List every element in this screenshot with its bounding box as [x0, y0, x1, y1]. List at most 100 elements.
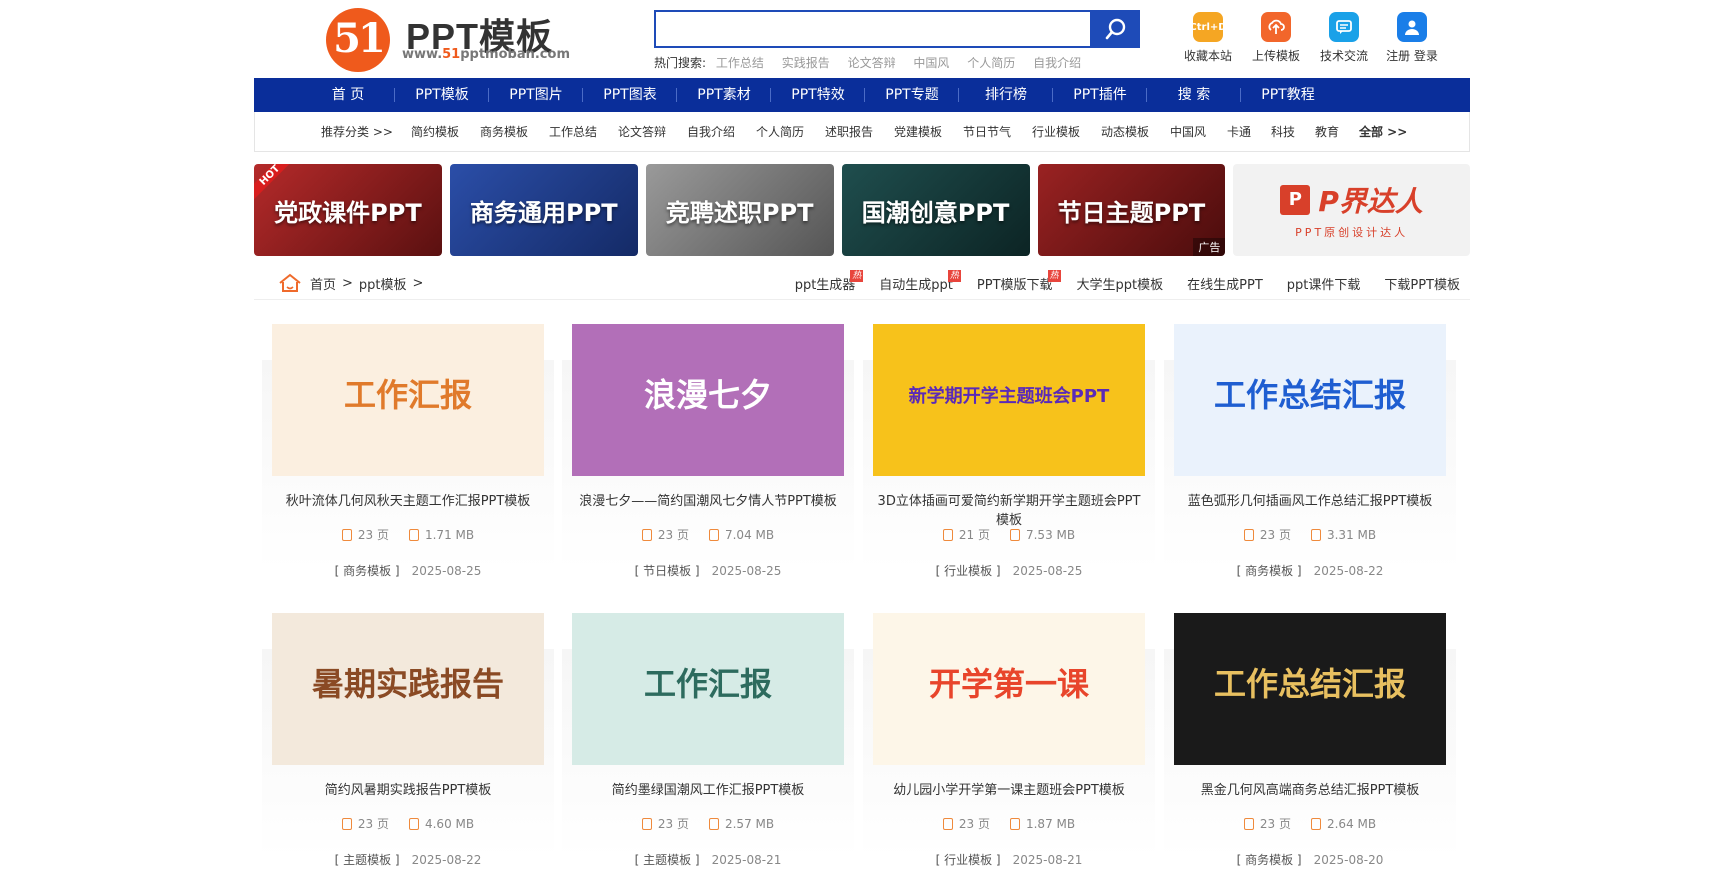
- template-title[interactable]: 蓝色弧形几何插画风工作总结汇报PPT模板: [1174, 490, 1446, 509]
- template-card[interactable]: 开学第一课 幼儿园小学开学第一课主题班会PPT模板 23 页 1.87 MB [ 行业模…: [863, 607, 1155, 869]
- template-title[interactable]: 黑金几何风高端商务总结汇报PPT模板: [1174, 779, 1446, 798]
- page-count: 23 页: [641, 815, 689, 832]
- banner-party[interactable]: HOT 党政课件PPT: [254, 164, 442, 256]
- template-thumbnail[interactable]: 暑期实践报告: [272, 613, 544, 765]
- hot-term[interactable]: 论文答辩: [848, 56, 896, 70]
- banner-ad-pjie[interactable]: P P界达人 PPT原创设计达人: [1233, 164, 1470, 256]
- nav-rankings[interactable]: 排行榜: [959, 78, 1053, 112]
- category-link[interactable]: 自我介绍: [687, 123, 756, 140]
- template-title[interactable]: 3D立体插画可爱简约新学期开学主题班会PPT模板: [873, 490, 1145, 528]
- template-date: 2025-08-25: [1012, 564, 1083, 578]
- hot-link[interactable]: ppt生成器热: [795, 270, 864, 293]
- template-footer: [ 商务模板 ] 2025-08-25: [272, 562, 544, 579]
- nav-home[interactable]: 首 页: [301, 78, 395, 112]
- template-category[interactable]: [ 行业模板 ]: [936, 564, 1001, 578]
- bookmark-label: 收藏本站: [1183, 49, 1232, 63]
- category-link[interactable]: 工作总结: [549, 123, 618, 140]
- nav-ppt-plugins[interactable]: PPT插件: [1053, 78, 1147, 112]
- template-category[interactable]: [ 商务模板 ]: [1237, 564, 1302, 578]
- nav-ppt-tutorials[interactable]: PPT教程: [1241, 78, 1335, 112]
- nav-search[interactable]: 搜 索: [1147, 78, 1241, 112]
- category-link[interactable]: 科技: [1271, 123, 1315, 140]
- search-input[interactable]: [656, 12, 1090, 46]
- category-link[interactable]: 个人简历: [756, 123, 825, 140]
- template-thumbnail[interactable]: 工作汇报: [572, 613, 844, 765]
- category-link[interactable]: 论文答辩: [618, 123, 687, 140]
- nav-ppt-topics[interactable]: PPT专题: [865, 78, 959, 112]
- template-thumbnail[interactable]: 开学第一课: [873, 613, 1145, 765]
- template-thumbnail[interactable]: 工作总结汇报: [1174, 613, 1446, 765]
- category-link[interactable]: 商务模板: [480, 123, 549, 140]
- category-link[interactable]: 教育: [1315, 123, 1359, 140]
- category-link[interactable]: 卡通: [1227, 123, 1271, 140]
- banner-business[interactable]: 商务通用PPT: [449, 164, 638, 256]
- template-title[interactable]: 幼儿园小学开学第一课主题班会PPT模板: [873, 779, 1145, 798]
- hot-term[interactable]: 自我介绍: [1033, 56, 1081, 70]
- nav-ppt-effects[interactable]: PPT特效: [771, 78, 865, 112]
- banner-guochao[interactable]: 国潮创意PPT: [841, 164, 1030, 256]
- template-category[interactable]: [ 主题模板 ]: [335, 853, 400, 867]
- banner-festival[interactable]: 节日主题PPT 广告: [1037, 164, 1226, 256]
- template-card[interactable]: 工作总结汇报 蓝色弧形几何插画风工作总结汇报PPT模板 23 页 3.31 MB [ 商…: [1164, 318, 1456, 580]
- banner-competition[interactable]: 竞聘述职PPT: [645, 164, 834, 256]
- template-footer: [ 主题模板 ] 2025-08-21: [572, 851, 844, 868]
- template-category[interactable]: [ 商务模板 ]: [335, 564, 400, 578]
- hot-link[interactable]: 大学生ppt模板: [1077, 274, 1164, 293]
- hot-term[interactable]: 中国风: [913, 56, 949, 70]
- upload-tool[interactable]: 上传模板: [1242, 12, 1310, 64]
- bookmark-tool[interactable]: Ctrl+D 收藏本站: [1174, 12, 1242, 64]
- template-thumbnail[interactable]: 新学期开学主题班会PPT: [873, 324, 1145, 476]
- thumbnail-title: 工作总结汇报: [1213, 376, 1406, 414]
- page-icon: [1243, 529, 1254, 541]
- nav-ppt-charts[interactable]: PPT图表: [583, 78, 677, 112]
- category-link[interactable]: 动态模板: [1101, 123, 1170, 140]
- hot-term[interactable]: 实践报告: [782, 56, 830, 70]
- hot-link[interactable]: 下载PPT模板: [1384, 274, 1460, 293]
- template-card[interactable]: 暑期实践报告 简约风暑期实践报告PPT模板 23 页 4.60 MB [ 主题模板 ] 2…: [262, 607, 554, 869]
- nav-ppt-templates[interactable]: PPT模板: [395, 78, 489, 112]
- template-card[interactable]: 新学期开学主题班会PPT 3D立体插画可爱简约新学期开学主题班会PPT模板 21 页…: [863, 318, 1155, 580]
- hot-link[interactable]: ppt课件下载: [1287, 274, 1361, 293]
- template-category[interactable]: [ 主题模板 ]: [635, 853, 700, 867]
- site-logo[interactable]: 51: [326, 8, 390, 72]
- nav-ppt-materials[interactable]: PPT素材: [677, 78, 771, 112]
- hot-term[interactable]: 工作总结: [716, 56, 764, 70]
- template-meta: 23 页 7.04 MB: [572, 526, 844, 543]
- user-tool[interactable]: 注册 登录: [1378, 12, 1446, 64]
- category-link[interactable]: 中国风: [1170, 123, 1227, 140]
- category-link[interactable]: 节日节气: [963, 123, 1032, 140]
- page-count-text: 23 页: [357, 528, 389, 542]
- breadcrumb-current[interactable]: ppt模板: [359, 274, 407, 293]
- template-category[interactable]: [ 商务模板 ]: [1237, 853, 1302, 867]
- hot-link[interactable]: 在线生成PPT: [1187, 274, 1263, 293]
- thumbnail-title: 开学第一课: [928, 665, 1089, 703]
- category-link[interactable]: 行业模板: [1032, 123, 1101, 140]
- search-button[interactable]: [1092, 10, 1140, 48]
- category-all-link[interactable]: 全部 >>: [1359, 123, 1419, 140]
- category-link[interactable]: 述职报告: [825, 123, 894, 140]
- banner-title: 党政课件PPT: [274, 198, 422, 227]
- template-thumbnail[interactable]: 工作总结汇报: [1174, 324, 1446, 476]
- category-link[interactable]: 简约模板: [411, 123, 480, 140]
- template-category[interactable]: [ 行业模板 ]: [936, 853, 1001, 867]
- hot-term[interactable]: 个人简历: [967, 56, 1015, 70]
- template-card[interactable]: 浪漫七夕浪漫七夕——简约国潮风七夕情人节PPT模板 23 页 7.04 MB [ 节日…: [562, 318, 854, 580]
- breadcrumb-home[interactable]: 首页: [310, 274, 336, 293]
- hot-link[interactable]: PPT模版下载热: [977, 270, 1061, 293]
- category-link[interactable]: 党建模板: [894, 123, 963, 140]
- template-title[interactable]: 秋叶流体几何风秋天主题工作汇报PPT模板: [272, 490, 544, 509]
- template-title[interactable]: 简约墨绿国潮风工作汇报PPT模板: [572, 779, 844, 798]
- template-title[interactable]: 简约风暑期实践报告PPT模板: [272, 779, 544, 798]
- chat-tool[interactable]: 技术交流: [1310, 12, 1378, 64]
- nav-ppt-images[interactable]: PPT图片: [489, 78, 583, 112]
- hot-link[interactable]: 自动生成ppt 热: [879, 270, 961, 293]
- template-thumbnail[interactable]: 浪漫七夕: [572, 324, 844, 476]
- hot-link-badge: 热: [947, 270, 961, 282]
- template-card[interactable]: 工作总结汇报 黑金几何风高端商务总结汇报PPT模板 23 页 2.64 MB [ 商务模…: [1164, 607, 1456, 869]
- template-thumbnail[interactable]: 工作汇报: [272, 324, 544, 476]
- template-card[interactable]: 工作汇报 简约墨绿国潮风工作汇报PPT模板 23 页 2.57 MB [ 主题模板 ] 2…: [562, 607, 854, 869]
- home-icon[interactable]: [278, 272, 302, 294]
- template-title[interactable]: 浪漫七夕——简约国潮风七夕情人节PPT模板: [572, 490, 844, 509]
- template-card[interactable]: 工作汇报 秋叶流体几何风秋天主题工作汇报PPT模板 23 页 1.71 MB [ 商务模…: [262, 318, 554, 580]
- template-category[interactable]: [ 节日模板 ]: [635, 564, 700, 578]
